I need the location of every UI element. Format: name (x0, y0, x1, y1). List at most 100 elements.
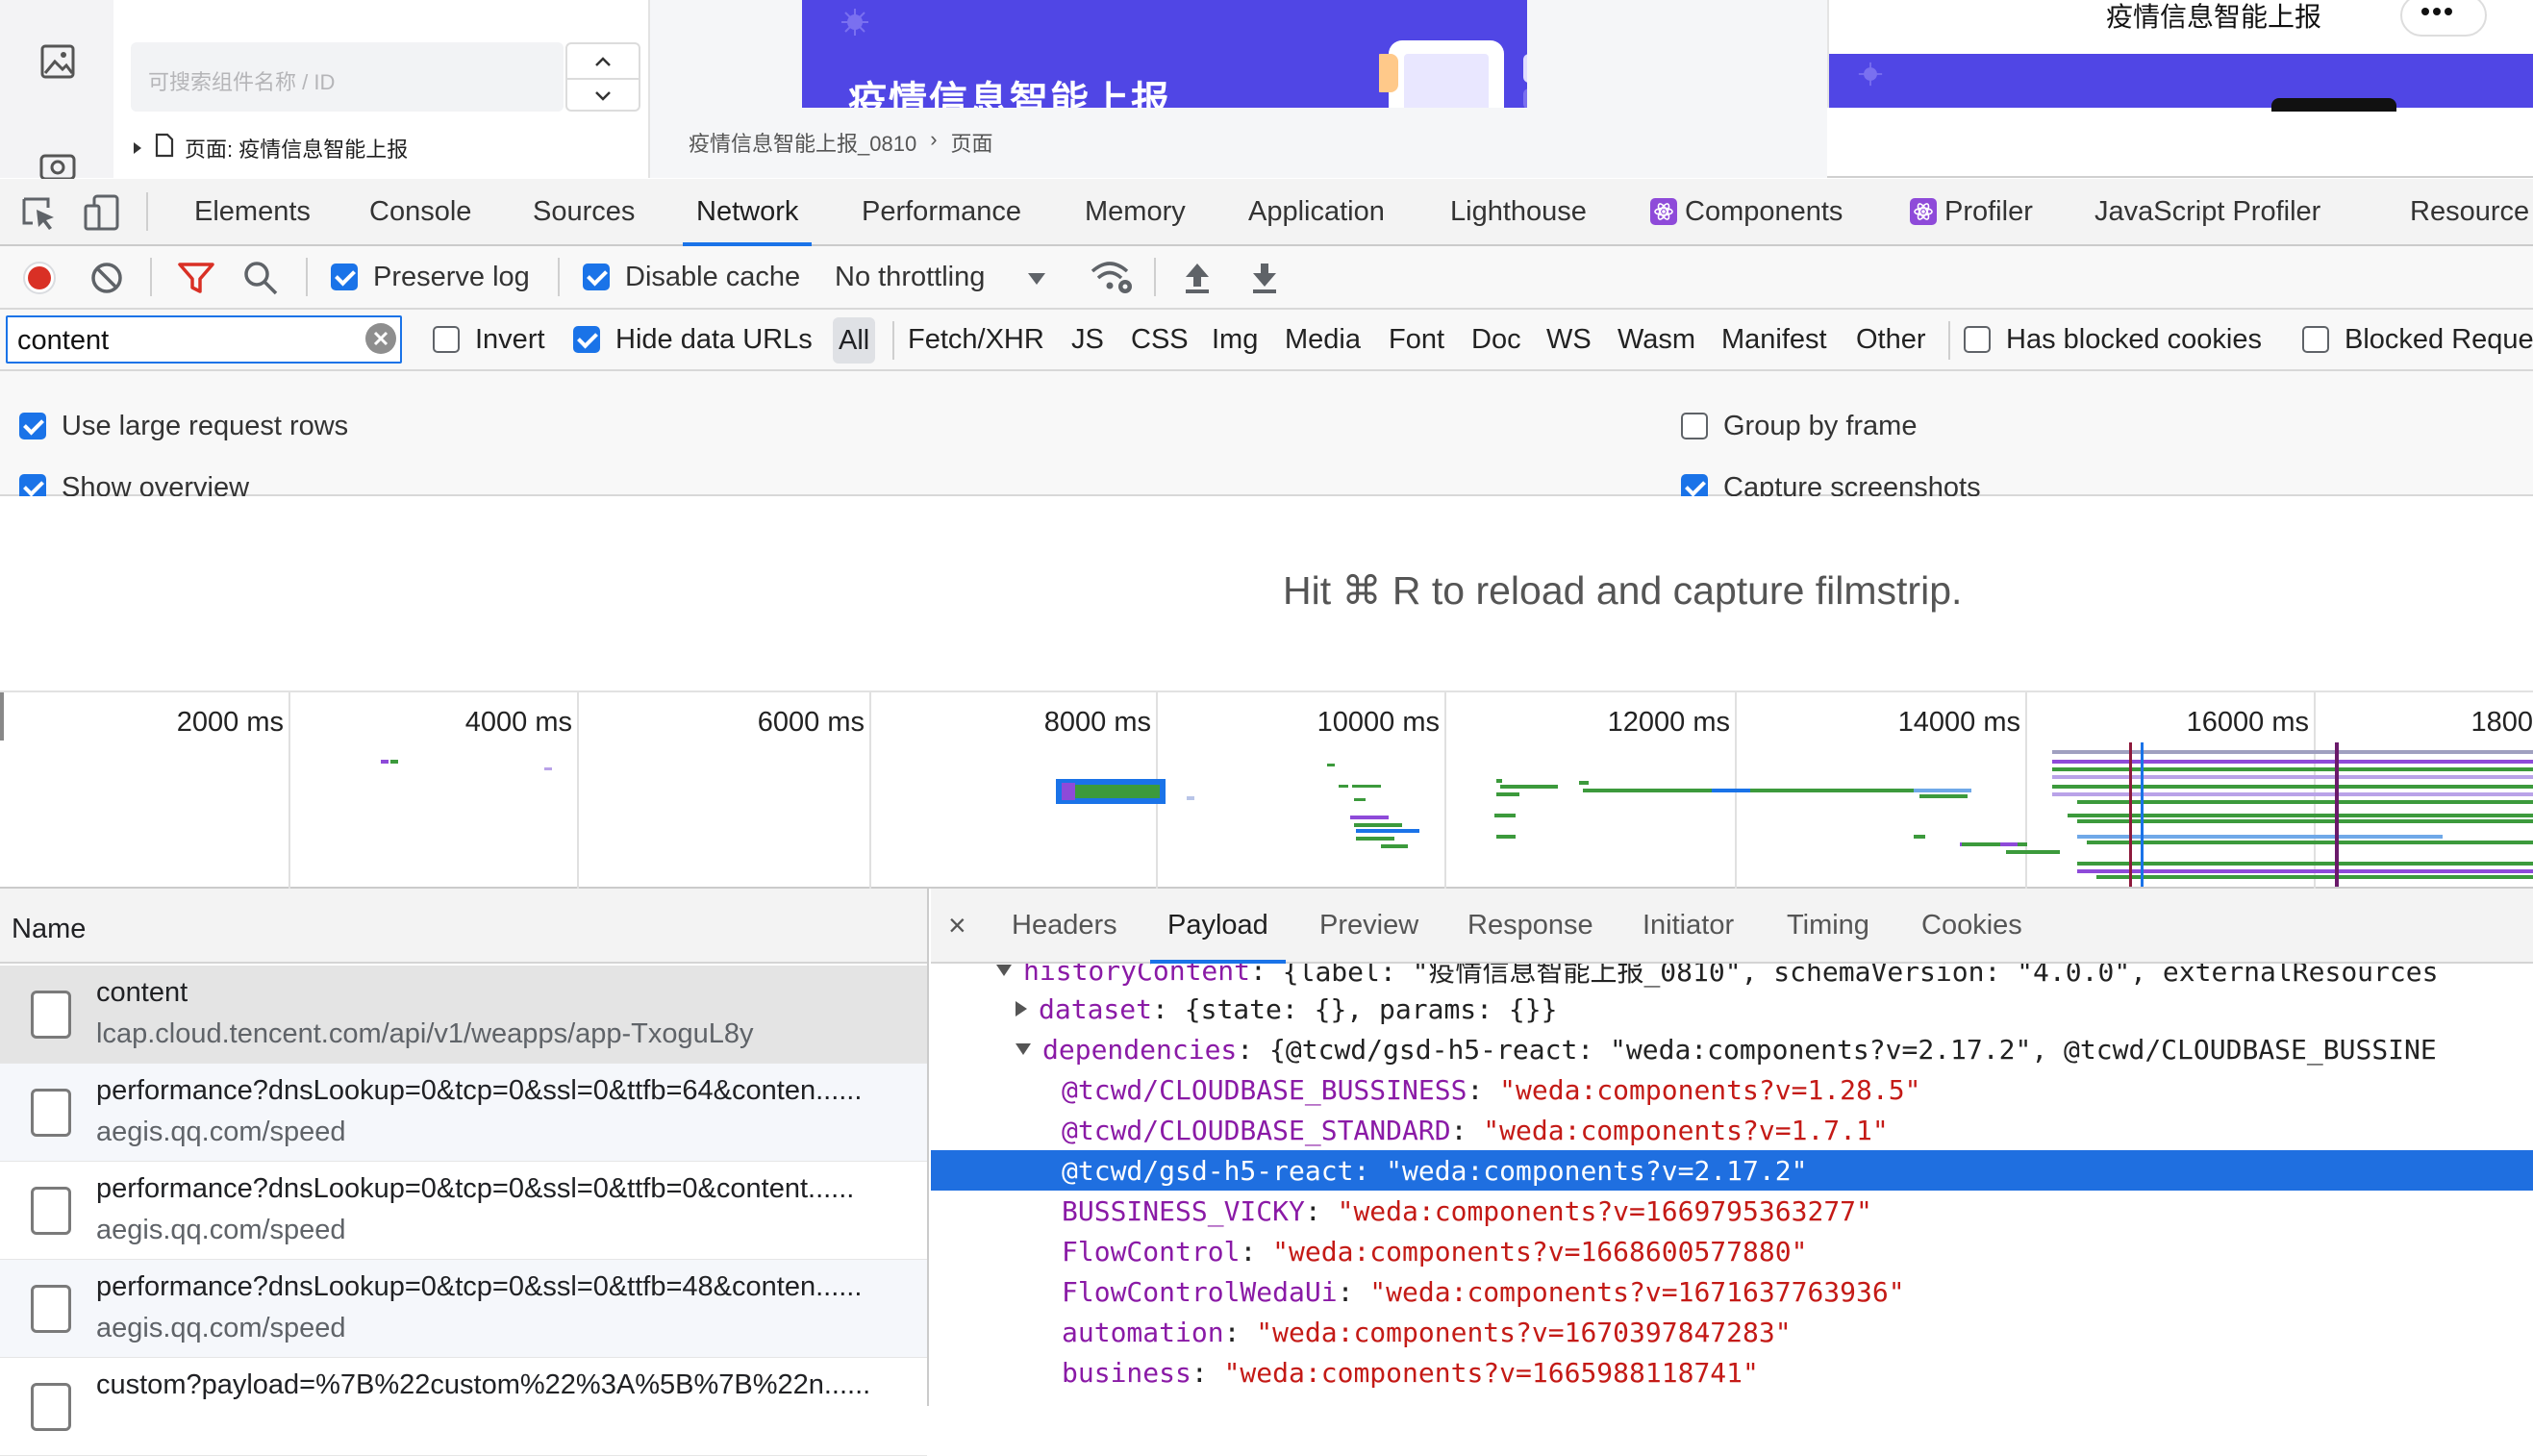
tab-headers[interactable]: Headers (1012, 889, 1117, 962)
filter-type-doc[interactable]: Doc (1471, 310, 1521, 369)
filter-type-media[interactable]: Media (1285, 310, 1361, 369)
phone-illustration (2271, 98, 2396, 112)
payload-line[interactable]: automation: "weda:components?v=167039784… (931, 1312, 2533, 1352)
breadcrumb-page[interactable]: 页面 (951, 127, 993, 158)
payload-line[interactable]: BUSSINESS_VICKY: "weda:components?v=1669… (931, 1191, 2533, 1231)
filter-type-css[interactable]: CSS (1131, 310, 1189, 369)
has-blocked-cookies-checkbox[interactable]: Has blocked cookies (1964, 310, 2262, 369)
inspect-element-icon[interactable] (21, 196, 58, 236)
request-row[interactable]: performance?dnsLookup=0&tcp=0&ssl=0&ttfb… (0, 1162, 927, 1260)
use-large-rows-checkbox[interactable]: Use large request rows (19, 402, 348, 450)
tab-memory[interactable]: Memory (1085, 179, 1186, 244)
tab-console[interactable]: Console (369, 179, 471, 244)
expand-triangle-icon[interactable] (131, 136, 144, 161)
divider (306, 258, 308, 296)
filter-type-wasm[interactable]: Wasm (1618, 310, 1695, 369)
tab-timing[interactable]: Timing (1787, 889, 1869, 962)
tab-profiler[interactable]: Profiler (1910, 179, 2033, 244)
tab-preview[interactable]: Preview (1319, 889, 1418, 962)
checkbox-checked-icon[interactable] (583, 264, 610, 290)
search-icon[interactable] (242, 260, 279, 301)
tab-elements[interactable]: Elements (194, 179, 311, 244)
chevron-up-icon[interactable] (567, 44, 639, 78)
tab-application[interactable]: Application (1248, 179, 1385, 244)
network-conditions-icon[interactable] (1089, 258, 1135, 301)
filter-type-fetch-xhr[interactable]: Fetch/XHR (908, 310, 1044, 369)
more-icon[interactable] (2420, 6, 2454, 17)
payload-line[interactable]: dependencies: {@tcwd/gsd-h5-react: "weda… (931, 1029, 2533, 1069)
chevron-down-icon[interactable] (567, 78, 639, 112)
checkbox-unchecked-icon[interactable] (1681, 413, 1708, 439)
throttling-select[interactable]: No throttling (835, 246, 1046, 308)
group-by-frame-checkbox[interactable]: Group by frame (1681, 402, 1917, 450)
tab-components[interactable]: Components (1650, 179, 1843, 244)
request-row[interactable]: custom?payload=%7B%22custom%22%3A%5B%7B%… (0, 1358, 927, 1456)
hide-data-urls-label: Hide data URLs (615, 323, 813, 355)
filter-type-img[interactable]: Img (1212, 310, 1258, 369)
payload-line[interactable]: FlowControl: "weda:components?v=16686005… (931, 1231, 2533, 1271)
tab-payload[interactable]: Payload (1150, 889, 1286, 964)
filter-type-all[interactable]: All (833, 317, 876, 364)
payload-line-selected[interactable]: @tcwd/gsd-h5-react: "weda:components?v=2… (931, 1150, 2533, 1191)
filter-type-manifest[interactable]: Manifest (1721, 310, 1827, 369)
preserve-log-checkbox[interactable]: Preserve log (331, 246, 530, 308)
filter-input[interactable]: content (6, 315, 402, 364)
name-column-header[interactable]: Name (0, 889, 927, 964)
tree-stepper[interactable] (565, 42, 640, 112)
tab-lighthouse[interactable]: Lighthouse (1450, 179, 1587, 244)
checkbox-unchecked-icon[interactable] (433, 326, 460, 353)
tree-item-page[interactable]: 页面: 疫情信息智能上报 (131, 131, 408, 165)
device-toolbar-icon[interactable] (83, 194, 121, 236)
filter-type-font[interactable]: Font (1389, 310, 1444, 369)
checkbox-unchecked-icon[interactable] (2302, 326, 2329, 353)
payload-line[interactable]: @tcwd/CLOUDBASE_BUSSINESS: "weda:compone… (931, 1069, 2533, 1110)
overview-timeline[interactable]: 2000 ms 4000 ms 6000 ms 8000 ms 10000 ms… (0, 692, 2533, 889)
payload-line[interactable]: business: "weda:components?v=16659881187… (931, 1352, 2533, 1393)
invert-label: Invert (475, 323, 545, 355)
request-row[interactable]: content lcap.cloud.tencent.com/api/v1/we… (0, 966, 927, 1064)
component-search-input[interactable]: 可搜索组件名称 / ID (131, 42, 564, 112)
filter-type-ws[interactable]: WS (1546, 310, 1592, 369)
checkbox-checked-icon[interactable] (19, 413, 46, 439)
disable-cache-checkbox[interactable]: Disable cache (583, 246, 800, 308)
divider (1948, 321, 1950, 360)
collapse-triangle-icon[interactable] (996, 965, 1012, 976)
image-icon[interactable] (37, 40, 79, 83)
clear-filter-icon[interactable] (365, 323, 396, 354)
tab-resource[interactable]: Resource (2410, 179, 2529, 244)
filter-type-js[interactable]: JS (1071, 310, 1104, 369)
activity-mark (1354, 798, 1366, 801)
invert-checkbox[interactable]: Invert (433, 310, 545, 369)
tab-initiator[interactable]: Initiator (1643, 889, 1734, 962)
checkbox-checked-icon[interactable] (573, 326, 600, 353)
tab-javascript-profiler[interactable]: JavaScript Profiler (2094, 179, 2320, 244)
payload-line[interactable]: FlowControlWedaUi: "weda:components?v=16… (931, 1271, 2533, 1312)
tab-cookies[interactable]: Cookies (1921, 889, 2022, 962)
tab-sources[interactable]: Sources (533, 179, 635, 244)
import-har-icon[interactable] (1179, 260, 1216, 301)
payload-line[interactable]: @tcwd/CLOUDBASE_STANDARD: "weda:componen… (931, 1110, 2533, 1150)
divider (558, 258, 560, 296)
clear-icon[interactable] (88, 260, 125, 301)
overview-chart[interactable]: 2000 ms 4000 ms 6000 ms 8000 ms 10000 ms… (0, 692, 2533, 889)
collapse-triangle-icon[interactable] (1016, 1043, 1031, 1055)
checkbox-checked-icon[interactable] (331, 264, 358, 290)
tab-network[interactable]: Network (682, 179, 813, 246)
close-icon[interactable]: × (948, 889, 966, 962)
filter-icon[interactable] (177, 260, 215, 301)
export-har-icon[interactable] (1246, 260, 1283, 301)
payload-line[interactable]: historyContent: {label: "疫情信息智能上报_0810",… (931, 964, 2533, 991)
tab-response[interactable]: Response (1467, 889, 1593, 962)
expand-triangle-icon[interactable] (1016, 1001, 1027, 1017)
hide-data-urls-checkbox[interactable]: Hide data URLs (573, 310, 813, 369)
capsule-menu[interactable] (2400, 0, 2487, 37)
blocked-requests-checkbox[interactable]: Blocked Reque (2302, 310, 2533, 369)
request-row[interactable]: performance?dnsLookup=0&tcp=0&ssl=0&ttfb… (0, 1064, 927, 1162)
breadcrumb-app[interactable]: 疫情信息智能上报_0810 (689, 127, 916, 158)
filter-type-other[interactable]: Other (1856, 310, 1926, 369)
request-row[interactable]: performance?dnsLookup=0&tcp=0&ssl=0&ttfb… (0, 1260, 927, 1358)
record-icon[interactable] (21, 260, 58, 301)
checkbox-unchecked-icon[interactable] (1964, 326, 1991, 353)
payload-line[interactable]: dataset: {state: {}, params: {}} (931, 989, 2533, 1029)
tab-performance[interactable]: Performance (862, 179, 1021, 244)
